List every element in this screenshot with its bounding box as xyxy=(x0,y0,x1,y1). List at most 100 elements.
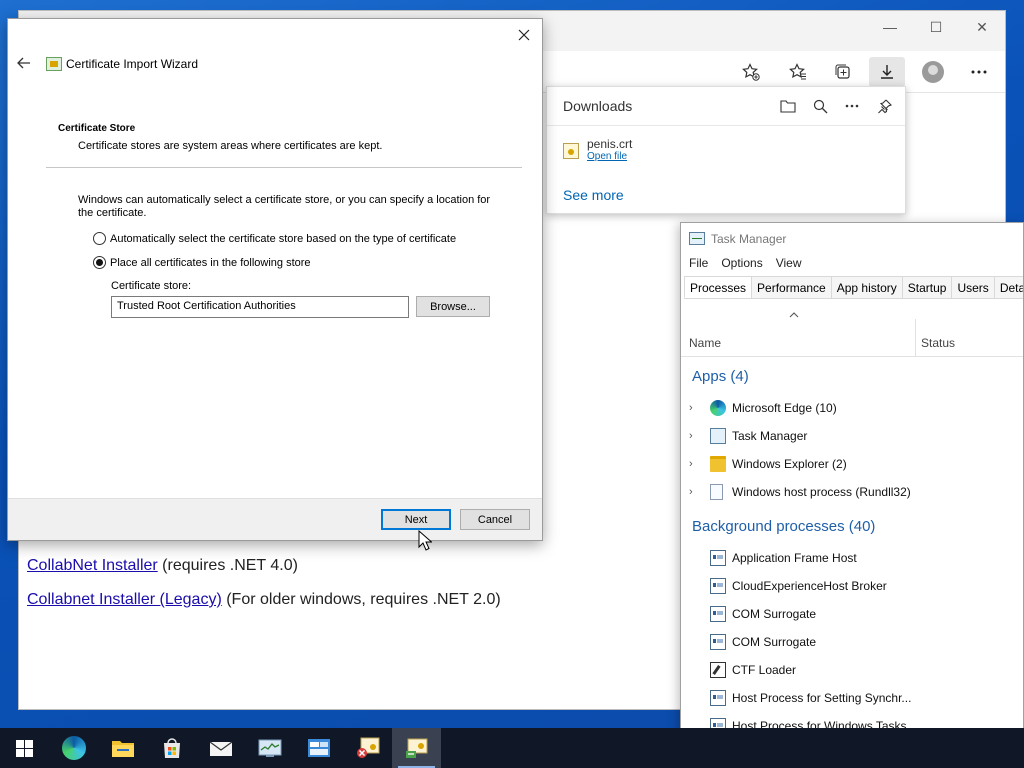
taskbar xyxy=(0,728,1024,768)
ctf-icon xyxy=(710,662,726,678)
add-favorite-icon[interactable] xyxy=(739,61,763,83)
table-row[interactable]: › Task Manager xyxy=(681,422,1023,450)
browse-button[interactable]: Browse... xyxy=(416,296,490,317)
table-row[interactable]: Host Process for Setting Synchr... xyxy=(681,684,1023,712)
download-link-row: CollabNet Installer (requires .NET 4.0) xyxy=(27,557,501,591)
table-row[interactable]: CloudExperienceHost Broker xyxy=(681,572,1023,600)
process-icon xyxy=(710,690,726,706)
taskbar-certificate-error[interactable] xyxy=(343,728,392,768)
table-row[interactable]: › Windows Explorer (2) xyxy=(681,450,1023,478)
taskbar-file-explorer[interactable] xyxy=(98,728,147,768)
taskbar-task-manager[interactable] xyxy=(245,728,294,768)
tab-details[interactable]: Detail xyxy=(993,276,1023,298)
profile-icon[interactable] xyxy=(921,61,945,83)
radio-auto-select[interactable]: Automatically select the certificate sto… xyxy=(93,232,456,245)
chevron-right-icon[interactable]: › xyxy=(689,458,693,470)
close-icon[interactable] xyxy=(514,25,534,45)
link-note: (For older windows, requires .NET 2.0) xyxy=(221,591,501,608)
radio-place-in-store[interactable]: Place all certificates in the following … xyxy=(93,256,311,269)
section-title: Certificate Store xyxy=(58,123,136,134)
menu-bar: File Options View xyxy=(689,256,802,270)
table-row[interactable]: Application Frame Host xyxy=(681,544,1023,572)
menu-options[interactable]: Options xyxy=(721,256,762,270)
more-options-icon[interactable] xyxy=(841,95,863,117)
column-name[interactable]: Name xyxy=(689,336,721,350)
menu-view[interactable]: View xyxy=(776,256,802,270)
link-note: (requires .NET 4.0) xyxy=(157,557,298,574)
file-icon xyxy=(710,484,723,500)
downloads-title: Downloads xyxy=(563,98,633,114)
tab-performance[interactable]: Performance xyxy=(751,276,832,298)
collections-icon[interactable] xyxy=(831,61,855,83)
close-button[interactable]: ✕ xyxy=(959,11,1005,43)
taskbar-store[interactable] xyxy=(147,728,196,768)
start-button[interactable] xyxy=(0,728,49,768)
chevron-right-icon[interactable]: › xyxy=(689,430,693,442)
radio-label: Automatically select the certificate sto… xyxy=(110,232,457,245)
process-icon xyxy=(710,606,726,622)
process-icon xyxy=(710,578,726,594)
pin-icon[interactable] xyxy=(873,95,895,117)
search-icon[interactable] xyxy=(809,95,831,117)
taskbar-edge[interactable] xyxy=(49,728,98,768)
divider xyxy=(547,125,905,126)
chevron-right-icon[interactable]: › xyxy=(689,486,693,498)
radio-button[interactable] xyxy=(93,232,106,245)
task-manager-icon xyxy=(258,739,281,757)
tab-startup[interactable]: Startup xyxy=(901,276,953,298)
certificate-icon xyxy=(46,57,62,71)
task-manager-window: Task Manager File Options View Processes… xyxy=(680,222,1024,768)
collabnet-legacy-installer-link[interactable]: Collabnet Installer (Legacy) xyxy=(27,591,222,608)
table-row[interactable]: CTF Loader xyxy=(681,656,1023,684)
chevron-right-icon[interactable]: › xyxy=(689,402,693,414)
downloads-panel: Downloads penis.crt Open file See more xyxy=(546,86,906,214)
column-status[interactable]: Status xyxy=(921,336,955,350)
open-file-link[interactable]: Open file xyxy=(587,151,632,162)
dialog-title: Certificate Import Wizard xyxy=(66,57,199,71)
section-description: Certificate stores are system areas wher… xyxy=(78,140,383,152)
table-row[interactable]: › Microsoft Edge (10) xyxy=(681,394,1023,422)
control-panel-icon xyxy=(307,739,330,757)
menu-file[interactable]: File xyxy=(689,256,708,270)
see-more-link[interactable]: See more xyxy=(563,187,624,203)
taskbar-mail[interactable] xyxy=(196,728,245,768)
process-name: COM Surrogate xyxy=(732,635,817,649)
download-item[interactable]: penis.crt Open file xyxy=(563,137,632,162)
table-row[interactable]: COM Surrogate xyxy=(681,628,1023,656)
certificate-store-field[interactable]: Trusted Root Certification Authorities xyxy=(111,296,409,318)
tab-app-history[interactable]: App history xyxy=(830,276,903,298)
open-folder-icon[interactable] xyxy=(777,95,799,117)
process-icon xyxy=(710,634,726,650)
folder-icon xyxy=(710,456,726,472)
cancel-button[interactable]: Cancel xyxy=(460,509,530,530)
collabnet-installer-link[interactable]: CollabNet Installer xyxy=(27,557,158,574)
download-link-row: Collabnet Installer (Legacy) (For older … xyxy=(27,591,501,625)
process-name: Host Process for Setting Synchr... xyxy=(732,691,912,705)
table-row[interactable]: › Windows host process (Rundll32) xyxy=(681,478,1023,506)
taskbar-certificate-wizard[interactable] xyxy=(392,728,441,768)
tab-users[interactable]: Users xyxy=(951,276,995,298)
minimize-button[interactable]: — xyxy=(867,11,913,43)
store-icon xyxy=(163,738,180,758)
back-arrow-icon[interactable] xyxy=(14,53,34,73)
downloads-icon[interactable] xyxy=(869,57,905,87)
process-name: Windows host process (Rundll32) xyxy=(732,485,911,499)
table-row[interactable]: COM Surrogate xyxy=(681,600,1023,628)
more-icon[interactable] xyxy=(967,61,991,83)
maximize-button[interactable]: ☐ xyxy=(913,11,959,43)
process-name: CTF Loader xyxy=(732,663,797,677)
favorites-icon[interactable] xyxy=(786,61,810,83)
tab-processes[interactable]: Processes xyxy=(684,276,753,298)
next-button[interactable]: Next xyxy=(381,509,451,530)
mouse-cursor-icon xyxy=(418,530,432,551)
edge-icon xyxy=(710,400,726,416)
taskbar-control-panel[interactable] xyxy=(294,728,343,768)
certificate-file-icon xyxy=(563,143,579,159)
file-explorer-icon xyxy=(111,741,134,757)
certificate-wizard-icon xyxy=(405,738,427,758)
process-name: COM Surrogate xyxy=(732,607,817,621)
process-icon xyxy=(710,550,726,566)
column-separator[interactable] xyxy=(915,319,916,356)
radio-button-selected[interactable] xyxy=(93,256,106,269)
mail-icon xyxy=(209,741,232,756)
